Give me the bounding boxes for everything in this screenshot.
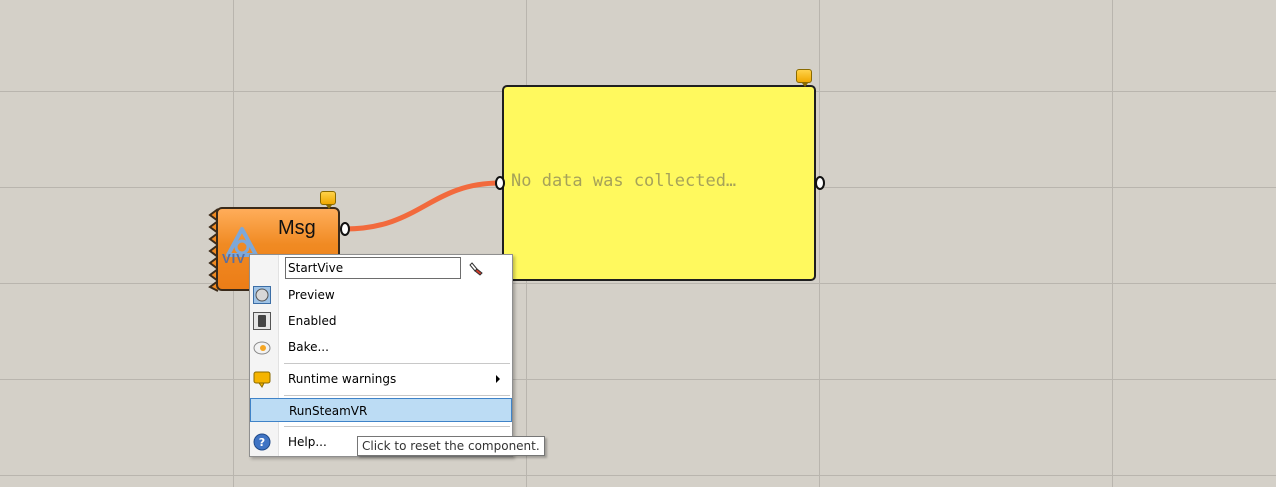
panel-text: No data was collected… <box>511 171 737 191</box>
output-param-label: Msg <box>278 217 316 239</box>
menu-item-runsteamvr[interactable]: RunSteamVR <box>250 398 512 422</box>
submenu-arrow-icon <box>496 375 500 383</box>
menu-separator <box>284 363 510 364</box>
menu-item-enabled[interactable]: Enabled <box>250 309 512 333</box>
menu-separator <box>284 395 510 396</box>
output-port[interactable] <box>340 222 350 236</box>
component-name-input[interactable] <box>285 257 461 279</box>
menu-item-label: Bake... <box>288 340 329 354</box>
paint-brush-icon[interactable] <box>469 261 485 277</box>
help-icon: ? <box>253 433 271 451</box>
bake-icon <box>253 341 271 355</box>
panel-output-port[interactable] <box>815 176 825 190</box>
vive-logo-text: VIV <box>222 251 246 266</box>
tooltip: Click to reset the component. <box>357 436 545 456</box>
warning-balloon-icon <box>253 371 271 388</box>
menu-item-runtime-warnings[interactable]: Runtime warnings <box>250 367 512 391</box>
menu-item-label: Runtime warnings <box>288 372 397 386</box>
menu-item-label: Help... <box>288 435 327 449</box>
panel-balloon-icon[interactable] <box>796 69 812 87</box>
svg-text:?: ? <box>259 436 265 449</box>
enabled-icon <box>253 312 271 330</box>
menu-item-bake[interactable]: Bake... <box>250 335 512 359</box>
data-wire <box>344 180 501 232</box>
preview-icon <box>253 286 271 304</box>
menu-item-preview[interactable]: Preview <box>250 283 512 307</box>
text-panel[interactable]: No data was collected… <box>502 85 816 281</box>
menu-item-label: Enabled <box>288 314 337 328</box>
menu-item-label: Preview <box>288 288 335 302</box>
menu-item-label: RunSteamVR <box>289 404 368 418</box>
panel-input-port[interactable] <box>495 176 505 190</box>
menu-separator <box>284 426 510 427</box>
context-menu: Preview Enabled Bake... Runtime warnings… <box>249 254 513 457</box>
message-balloon-icon[interactable] <box>320 191 336 209</box>
